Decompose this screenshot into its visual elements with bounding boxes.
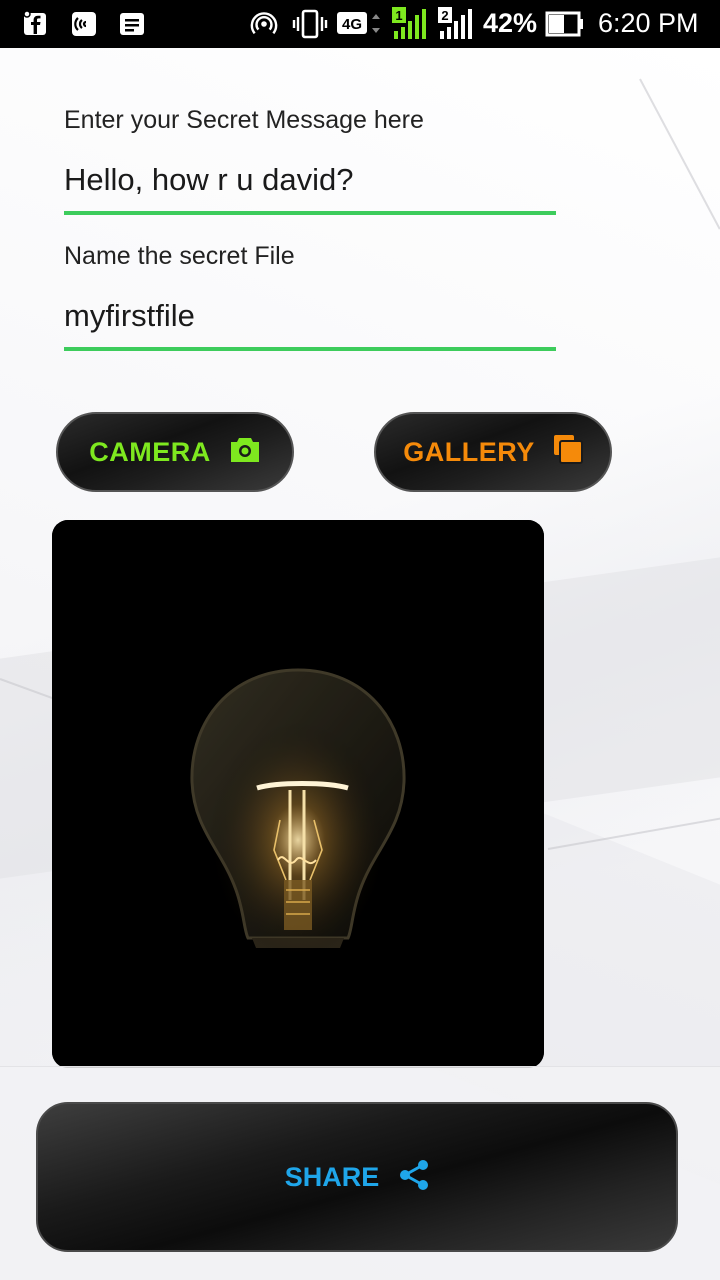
bg-line bbox=[639, 78, 720, 230]
network-4g-text: 4G bbox=[342, 16, 362, 33]
sim2-text: 2 bbox=[441, 8, 448, 23]
gallery-button[interactable]: GALLERY bbox=[374, 412, 612, 492]
nfc-icon bbox=[70, 10, 98, 38]
camera-button[interactable]: CAMERA bbox=[56, 412, 294, 492]
filename-input[interactable] bbox=[64, 296, 556, 336]
lightbulb-image bbox=[52, 520, 544, 1068]
camera-button-label: CAMERA bbox=[89, 436, 211, 467]
share-button[interactable]: SHARE bbox=[36, 1102, 678, 1252]
message-input-underline bbox=[64, 211, 556, 215]
gallery-button-label: GALLERY bbox=[403, 436, 535, 467]
share-button-label: SHARE bbox=[284, 1161, 380, 1192]
signal-sim2-icon: 2 bbox=[436, 7, 476, 39]
status-bar: 4G 1 2 42% 6:20 PM bbox=[0, 0, 720, 48]
filename-input-underline bbox=[64, 347, 556, 351]
hotspot-icon bbox=[250, 10, 278, 38]
message-label: Enter your Secret Message here bbox=[64, 106, 424, 134]
selected-image-preview bbox=[52, 520, 544, 1068]
filename-label: Name the secret File bbox=[64, 242, 295, 270]
gallery-icon bbox=[553, 434, 583, 471]
network-4g-icon: 4G bbox=[336, 10, 380, 38]
share-icon bbox=[399, 1159, 429, 1196]
facebook-notification-icon bbox=[22, 10, 50, 38]
message-icon bbox=[118, 10, 146, 38]
signal-sim1-icon: 1 bbox=[390, 7, 430, 39]
vibrate-icon bbox=[292, 9, 328, 39]
camera-icon bbox=[229, 435, 261, 470]
secret-message-input[interactable] bbox=[64, 160, 556, 200]
battery-icon bbox=[545, 10, 585, 38]
sim1-text: 1 bbox=[395, 8, 402, 23]
battery-percent: 42% bbox=[483, 8, 538, 38]
clock: 6:20 PM bbox=[598, 8, 699, 38]
